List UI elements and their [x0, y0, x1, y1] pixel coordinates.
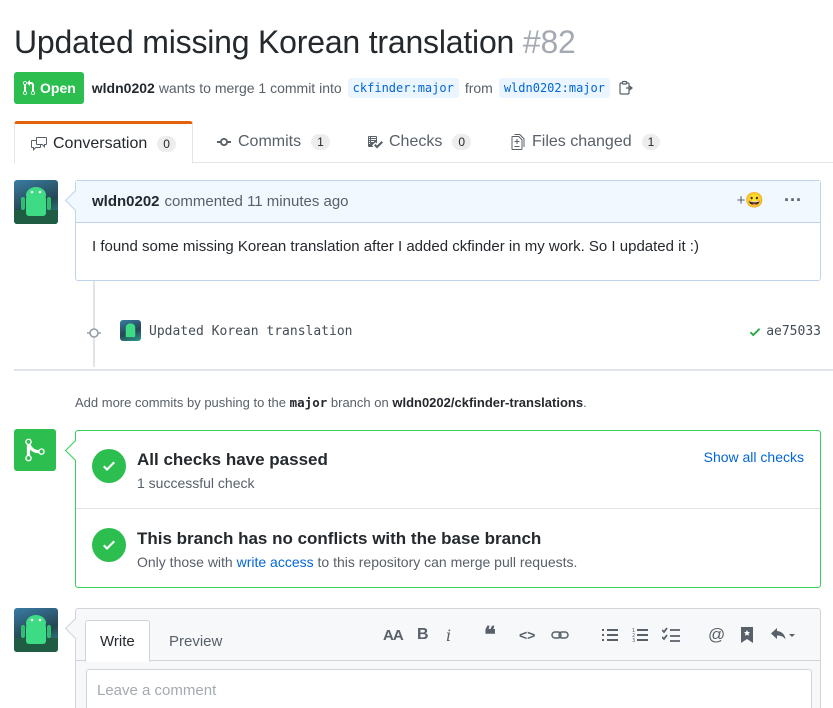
checks-subtitle: 1 successful check	[137, 475, 255, 491]
conflicts-sub-prefix: Only those with	[137, 554, 233, 570]
branch-name: major	[289, 395, 328, 410]
tab-write[interactable]: Write	[85, 620, 150, 662]
pr-title: Updated missing Korean translation	[14, 24, 515, 60]
android-avatar-icon	[14, 615, 58, 652]
android-avatar-icon	[125, 323, 136, 338]
add-reaction-icon[interactable]: +😀	[737, 191, 764, 209]
mention-icon[interactable]: @	[708, 625, 725, 645]
header-text-icon[interactable]: AA	[383, 625, 404, 645]
reply-icon[interactable]	[770, 625, 796, 645]
comment-discussion-icon	[31, 136, 47, 151]
git-commit-icon	[217, 138, 231, 146]
conflicts-title: This branch has no conflicts with the ba…	[137, 529, 542, 548]
page-title: Updated missing Korean translation #82	[14, 24, 576, 61]
checks-title: All checks have passed	[137, 450, 328, 469]
conflicts-section: This branch has no conflicts with the ba…	[76, 510, 820, 588]
task-list-icon[interactable]	[662, 625, 680, 645]
tab-counter: 1	[641, 134, 661, 150]
comment-actions: +😀 ···	[737, 191, 802, 209]
tab-counter: 0	[452, 134, 472, 150]
commit-avatar[interactable]	[120, 320, 141, 341]
check-icon	[103, 540, 115, 550]
tab-label: Checks	[389, 133, 443, 150]
push-note-prefix: Add more commits by pushing to the	[75, 395, 286, 410]
tab-counter: 1	[311, 134, 330, 150]
conflicts-sub-suffix: to this repository can merge pull reques…	[317, 554, 578, 570]
push-note-middle: branch on	[330, 395, 389, 410]
android-avatar-icon	[14, 187, 58, 224]
quote-icon[interactable]: ❝	[484, 622, 496, 647]
svg-text:3: 3	[632, 638, 635, 644]
comment-author-link[interactable]: wldn0202	[92, 193, 160, 210]
check-icon	[103, 461, 115, 471]
tab-conversation[interactable]: Conversation 0	[14, 121, 193, 164]
clipboard-icon[interactable]	[618, 80, 634, 96]
push-note: Add more commits by pushing to the major…	[75, 395, 587, 410]
repo-name: wldn0202/ckfinder-translations	[392, 395, 584, 410]
commit-message-link[interactable]: Updated Korean translation	[149, 324, 353, 339]
avatar[interactable]	[14, 608, 58, 652]
comment-timestamp[interactable]: commented 11 minutes ago	[165, 193, 349, 210]
link-icon[interactable]	[551, 625, 569, 645]
check-circle-icon	[92, 449, 126, 483]
from-text: from	[464, 80, 493, 96]
merge-box: All checks have passed 1 successful chec…	[75, 430, 821, 588]
bookmark-icon[interactable]	[740, 625, 754, 645]
unordered-list-icon[interactable]	[602, 625, 618, 645]
commit-sha: ae75033	[748, 324, 821, 339]
git-commit-icon	[87, 328, 101, 338]
tab-label: Commits	[238, 133, 302, 150]
pr-tabs: Conversation 0 Commits 1 Checks 0 Files …	[14, 121, 833, 164]
check-icon[interactable]	[748, 325, 762, 339]
status-label: Open	[40, 80, 76, 96]
ordered-list-icon[interactable]: 123	[632, 625, 648, 645]
base-ref[interactable]: ckfinder:major	[347, 78, 459, 98]
tab-preview[interactable]: Preview	[155, 620, 236, 662]
comment-header: wldn0202 commented 11 minutes ago +😀 ···	[76, 181, 820, 223]
tab-label: Conversation	[53, 134, 148, 152]
tab-commits[interactable]: Commits 1	[216, 121, 330, 163]
code-icon[interactable]: <>	[519, 625, 535, 645]
comment-textarea[interactable]: Leave a comment	[86, 669, 812, 708]
tab-label: Files changed	[532, 133, 632, 150]
commit-sha-link[interactable]: ae75033	[766, 324, 821, 339]
new-comment-box: Write Preview AA B i ❝ <> 123 @ Leave a …	[75, 608, 821, 708]
conflicts-subtitle: Only those with write access to this rep…	[137, 554, 577, 570]
check-circle-icon	[92, 528, 126, 562]
checklist-icon	[368, 136, 383, 149]
avatar[interactable]	[14, 180, 58, 224]
more-options-icon[interactable]: ···	[784, 191, 802, 209]
timeline-break	[14, 369, 833, 371]
pr-number: #82	[522, 24, 576, 60]
git-pull-request-icon	[23, 80, 35, 96]
merge-description: wants to merge 1 commit into	[158, 80, 342, 96]
tab-counter: 0	[157, 135, 176, 152]
new-comment-tabs: Write Preview AA B i ❝ <> 123 @	[76, 609, 820, 662]
file-diff-icon	[511, 134, 525, 150]
write-access-link[interactable]: write access	[237, 554, 314, 570]
tab-checks[interactable]: Checks 0	[367, 121, 472, 163]
comment-box: wldn0202 commented 11 minutes ago +😀 ···…	[75, 180, 821, 281]
bold-icon[interactable]: B	[417, 625, 429, 645]
merge-status-icon	[14, 429, 56, 471]
timeline-line	[93, 281, 95, 367]
push-note-suffix: .	[583, 395, 587, 410]
status-badge: Open	[14, 72, 84, 104]
head-ref[interactable]: wldn0202:major	[498, 78, 610, 98]
git-merge-icon	[25, 438, 45, 462]
comment-body: I found some missing Korean translation …	[92, 238, 699, 255]
show-all-checks-link[interactable]: Show all checks	[704, 449, 804, 465]
pr-meta: Open wldn0202 wants to merge 1 commit in…	[14, 72, 634, 104]
italic-icon[interactable]: i	[446, 625, 451, 645]
tab-files-changed[interactable]: Files changed 1	[510, 121, 661, 163]
pr-author-link[interactable]: wldn0202	[92, 80, 155, 96]
checks-section: All checks have passed 1 successful chec…	[76, 431, 820, 509]
